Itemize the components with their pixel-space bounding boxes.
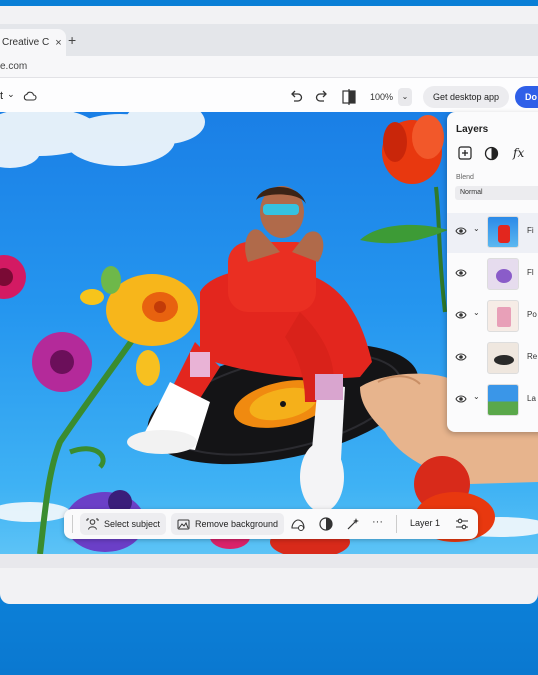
blend-label: Blend <box>456 174 474 181</box>
layer-name: Po <box>527 310 537 319</box>
download-button[interactable]: Do <box>515 86 538 108</box>
layer-thumbnail <box>487 384 519 416</box>
select-subject-label: Select subject <box>104 519 161 529</box>
adjustment-icon[interactable] <box>484 146 499 161</box>
yellow-flower <box>80 266 198 386</box>
add-layer-icon[interactable] <box>458 146 472 160</box>
layer-properties-icon[interactable] <box>454 516 470 532</box>
compare-icon[interactable] <box>341 88 357 106</box>
more-options-icon[interactable]: ··· <box>372 516 383 528</box>
chevron-down-icon[interactable]: ⌄ <box>473 224 480 233</box>
chevron-down-icon[interactable]: ⌄ <box>473 392 480 401</box>
remove-background-button[interactable]: Remove background <box>171 513 285 535</box>
effects-sparkle-icon[interactable] <box>345 516 361 532</box>
layer-name: Fi <box>527 226 534 235</box>
remove-background-label: Remove background <box>195 519 279 529</box>
canvas-footer <box>0 554 538 568</box>
tab-close-icon[interactable]: × <box>55 37 61 49</box>
tab-title: Creative C <box>2 37 50 48</box>
eye-icon[interactable] <box>455 226 467 236</box>
zoom-level: 100% <box>370 92 394 102</box>
layer-row[interactable]: ⌄ La <box>447 381 538 421</box>
blend-mode-select[interactable]: Normal <box>455 186 538 200</box>
layer-name: Re <box>527 352 538 361</box>
get-desktop-app-button[interactable]: Get desktop app <box>423 86 509 108</box>
undo-icon[interactable] <box>288 88 304 106</box>
current-layer-label[interactable]: Layer 1 <box>410 518 440 528</box>
cloud-icon[interactable] <box>23 90 37 102</box>
layer-row[interactable]: ⌄ Fi <box>447 213 538 253</box>
layers-panel: Layers fx Blend Normal ⌄ Fi Fl ⌄ Po Re ⌄… <box>447 112 538 432</box>
chevron-down-icon[interactable]: ⌄ <box>473 308 480 317</box>
file-menu[interactable]: t ⌄ <box>0 89 37 102</box>
divider <box>72 515 73 533</box>
layers-panel-title: Layers <box>456 124 489 135</box>
redo-icon[interactable] <box>314 88 330 106</box>
layer-thumbnail <box>487 300 519 332</box>
effects-fx-icon[interactable]: fx <box>513 146 524 160</box>
magenta-flower-left <box>0 255 26 299</box>
zoom-dropdown[interactable]: ⌄ <box>398 88 412 106</box>
remove-background-icon <box>177 519 190 529</box>
url-text: e.com <box>0 61 28 72</box>
contextual-taskbar: Select subject Remove background ··· Lay… <box>64 509 478 539</box>
select-subject-button[interactable]: Select subject <box>80 513 167 535</box>
layer-name: Fl <box>527 268 534 277</box>
layer-thumbnail <box>487 258 519 290</box>
adjustment-icon[interactable] <box>318 516 334 532</box>
purple-flower <box>32 332 92 392</box>
eye-icon[interactable] <box>455 394 467 404</box>
layer-row[interactable]: Re <box>447 339 538 379</box>
divider <box>396 515 397 533</box>
chevron-down-icon: ⌄ <box>7 89 15 99</box>
eye-icon[interactable] <box>455 352 467 362</box>
select-subject-icon <box>86 518 99 530</box>
eye-icon[interactable] <box>455 268 467 278</box>
layer-row[interactable]: ⌄ Po <box>447 297 538 337</box>
layer-thumbnail <box>487 342 519 374</box>
generative-fill-icon[interactable] <box>290 516 306 532</box>
red-flower-bottom <box>210 456 495 554</box>
address-bar[interactable]: e.com <box>0 56 538 78</box>
browser-tab[interactable]: Creative C × <box>0 29 66 56</box>
file-menu-label: t <box>0 90 4 102</box>
new-tab-icon[interactable]: + <box>68 32 76 48</box>
layer-row[interactable]: Fl <box>447 255 538 295</box>
layer-thumbnail <box>487 216 519 248</box>
tab-bar: Creative C × + <box>0 24 538 56</box>
red-flower <box>360 115 448 313</box>
layer-name: La <box>527 394 536 403</box>
eye-icon[interactable] <box>455 310 467 320</box>
